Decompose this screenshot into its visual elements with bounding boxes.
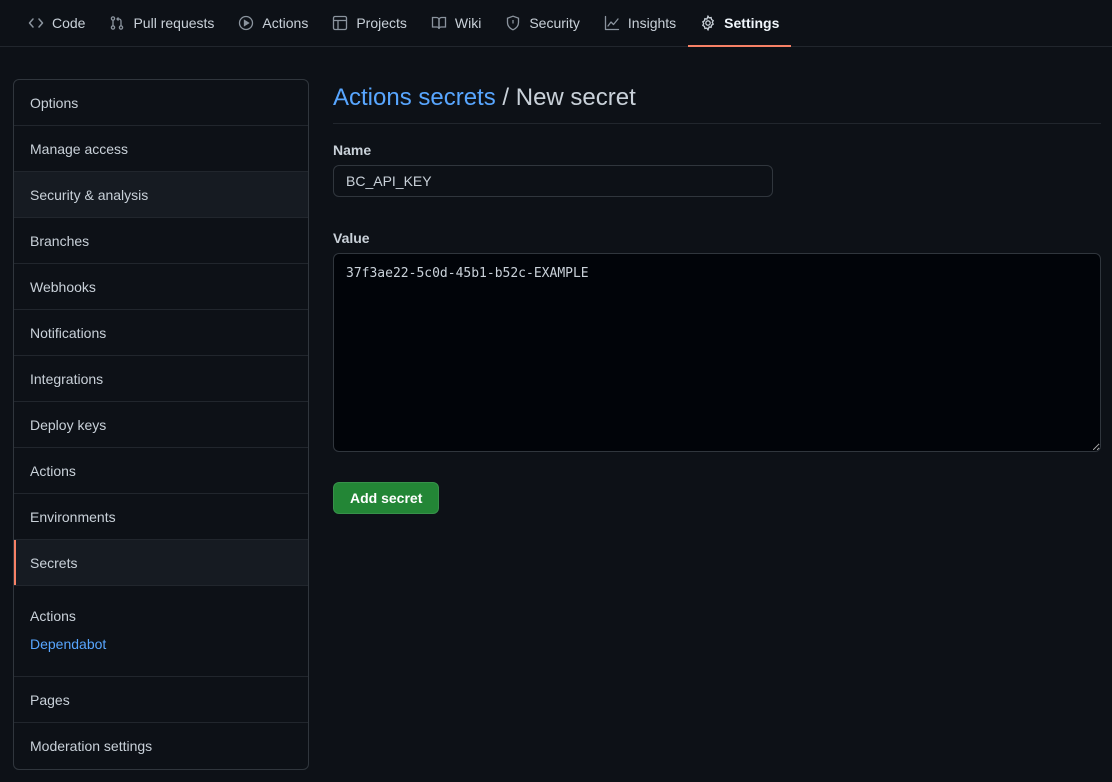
subnav-item-dependabot[interactable]: Dependabot — [30, 636, 292, 652]
repo-nav: Code Pull requests Actions Projects Wiki… — [0, 0, 1112, 47]
sidebar-item-branches[interactable]: Branches — [14, 218, 308, 264]
tab-insights[interactable]: Insights — [592, 0, 688, 46]
sidebar-item-label: Moderation settings — [30, 738, 153, 754]
shield-icon — [505, 15, 521, 31]
tab-label: Wiki — [454, 15, 482, 31]
sidebar-item-label: Environments — [30, 508, 116, 525]
tab-label: Pull requests — [133, 15, 215, 31]
graph-icon — [604, 15, 620, 31]
tab-label: Security — [529, 15, 580, 31]
tab-label: Insights — [627, 15, 677, 31]
value-label: Value — [333, 230, 370, 246]
tab-settings[interactable]: Settings — [688, 0, 792, 47]
secret-name-input[interactable] — [333, 165, 773, 197]
sidebar-item-pages[interactable]: Pages — [14, 677, 308, 723]
sidebar-item-label: Secrets — [30, 554, 78, 571]
sidebar-item-webhooks[interactable]: Webhooks — [14, 264, 308, 310]
sidebar-item-label: Deploy keys — [30, 416, 107, 433]
sidebar-item-label: Manage access — [30, 140, 129, 157]
tab-pull-requests[interactable]: Pull requests — [97, 0, 226, 46]
tab-projects[interactable]: Projects — [320, 0, 419, 46]
git-pull-request-icon — [109, 15, 125, 31]
breadcrumb-actions-secrets-link[interactable]: Actions secrets — [333, 84, 496, 111]
sidebar-item-label: Options — [30, 94, 79, 111]
tab-label: Actions — [262, 15, 309, 31]
sidebar-item-manage-access[interactable]: Manage access — [14, 126, 308, 172]
sidebar-item-label: Security & analysis — [30, 186, 149, 203]
breadcrumb-current: New secret — [515, 84, 636, 111]
tab-actions[interactable]: Actions — [226, 0, 320, 46]
sidebar-item-moderation-settings[interactable]: Moderation settings — [14, 723, 308, 769]
play-icon — [238, 15, 254, 31]
add-secret-button[interactable]: Add secret — [333, 482, 440, 514]
sidebar-item-notifications[interactable]: Notifications — [14, 310, 308, 356]
sidebar-item-environments[interactable]: Environments — [14, 494, 308, 540]
sidebar-item-options[interactable]: Options — [14, 80, 308, 126]
secrets-subnav: Actions Dependabot — [14, 586, 308, 677]
sidebar-item-label: Actions — [30, 462, 76, 479]
main-content: Actions secrets / New secret Name Value … — [333, 80, 1101, 514]
page-title: Actions secrets / New secret — [333, 80, 1101, 124]
sidebar-item-label: Webhooks — [30, 278, 96, 295]
sidebar-item-label: Notifications — [30, 324, 107, 341]
tab-security[interactable]: Security — [493, 0, 592, 46]
sidebar-item-security-analysis[interactable]: Security & analysis — [14, 172, 308, 218]
table-icon — [332, 15, 348, 31]
tab-label: Code — [52, 15, 86, 31]
subnav-item-actions[interactable]: Actions — [30, 608, 292, 624]
breadcrumb-separator: / — [495, 84, 516, 111]
code-icon — [28, 15, 44, 31]
tab-label: Projects — [356, 15, 407, 31]
book-icon — [431, 15, 447, 31]
tab-wiki[interactable]: Wiki — [419, 0, 493, 46]
name-label: Name — [333, 142, 372, 158]
secret-value-textarea[interactable]: 37f3ae22-5c0d-45b1-b52c-EXAMPLE — [333, 253, 1101, 452]
sidebar-item-actions[interactable]: Actions — [14, 448, 308, 494]
tab-label: Settings — [724, 15, 780, 31]
sidebar-item-label: Integrations — [30, 370, 104, 387]
tab-code[interactable]: Code — [16, 0, 97, 46]
gear-icon — [700, 15, 716, 31]
sidebar-item-integrations[interactable]: Integrations — [14, 356, 308, 402]
settings-sidebar: Options Manage access Security & analysi… — [13, 79, 309, 770]
sidebar-item-label: Pages — [30, 691, 70, 708]
sidebar-item-secrets[interactable]: Secrets — [14, 540, 308, 586]
sidebar-item-label: Branches — [30, 232, 90, 249]
sidebar-item-deploy-keys[interactable]: Deploy keys — [14, 402, 308, 448]
